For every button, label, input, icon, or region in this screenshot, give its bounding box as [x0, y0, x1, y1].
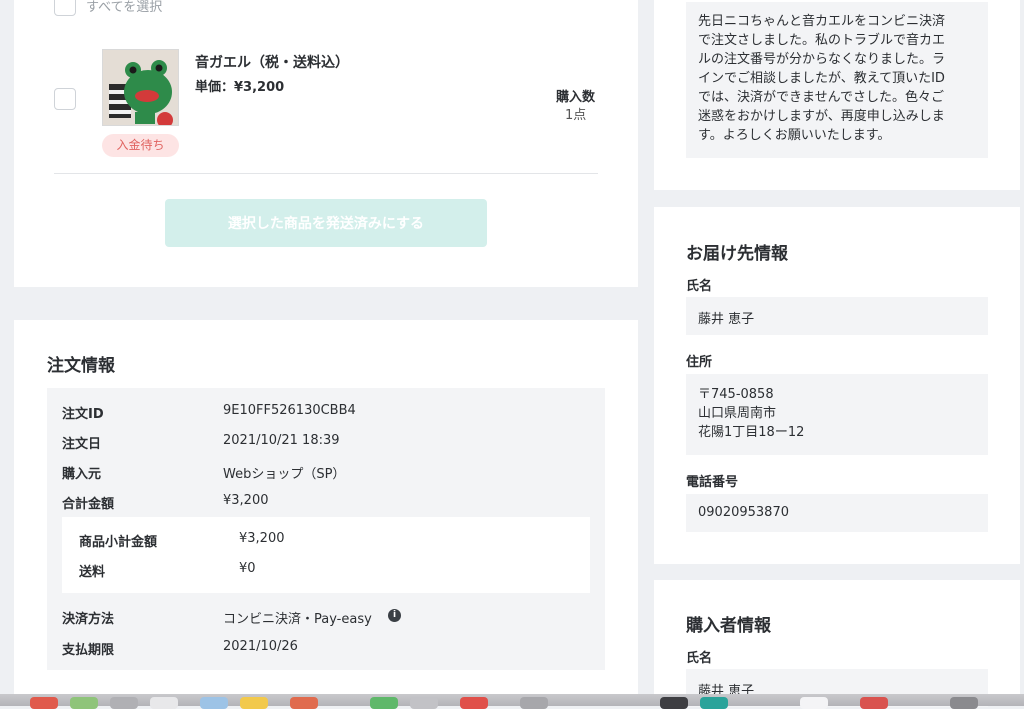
purchaser-name-label: 氏名	[686, 651, 713, 666]
cart-items-card: すべてを選択 入金待ち 音ガエル（税・送料込） 単価：¥3,200 購入数 1点…	[14, 0, 638, 287]
select-all-checkbox[interactable]	[54, 0, 76, 16]
order-info-card: 注文情報 注文ID 9E10FF526130CBB4 注文日 2021/10/2…	[14, 320, 638, 706]
dock-app-icon[interactable]	[860, 697, 888, 709]
message-line: では、決済ができませんでさした。色々ご	[698, 90, 944, 105]
mark-shipped-button[interactable]: 選択した商品を発送済みにする	[165, 199, 487, 247]
unit-price: 単価：¥3,200	[195, 80, 285, 95]
payment-method-label: 決済方法	[62, 612, 115, 627]
dock-app-icon[interactable]	[950, 697, 978, 709]
delivery-phone-value: 09020953870	[698, 505, 789, 520]
dock-app-icon[interactable]	[110, 697, 138, 709]
payment-deadline-label: 支払期限	[62, 643, 115, 658]
item-checkbox[interactable]	[54, 88, 76, 110]
delivery-address-label: 住所	[686, 355, 713, 370]
delivery-address-box: 〒745-0858 山口県周南市 花陽1丁目18ー12	[686, 374, 988, 455]
total-amount-value: ¥3,200	[223, 493, 269, 508]
purchase-source-label: 購入元	[62, 467, 102, 482]
select-all-label: すべてを選択	[86, 0, 163, 15]
order-info-table: 注文ID 9E10FF526130CBB4 注文日 2021/10/21 18:…	[47, 388, 605, 670]
order-date-value: 2021/10/21 18:39	[223, 433, 340, 448]
dock-app-icon[interactable]	[700, 697, 728, 709]
delivery-address-value: 〒745-0858 山口県周南市 花陽1丁目18ー12	[698, 385, 804, 442]
subtotal-label: 商品小計金額	[79, 535, 158, 550]
customer-message-box: 先日ニコちゃんと音カエルをコンビニ決済 で注文さしました。私のトラブルで音カエ …	[686, 2, 988, 158]
delivery-name-value: 藤井 恵子	[698, 312, 755, 327]
payment-method-value: コンビニ決済・Pay-easy	[223, 612, 372, 627]
delivery-info-card: お届け先情報 氏名 藤井 恵子 住所 〒745-0858 山口県周南市 花陽1丁…	[654, 207, 1020, 564]
total-amount-label: 合計金額	[62, 497, 115, 512]
dock-app-icon[interactable]	[410, 697, 438, 709]
purchaser-info-title: 購入者情報	[686, 616, 771, 636]
delivery-name-box: 藤井 恵子	[686, 297, 988, 335]
dock-app-icon[interactable]	[30, 697, 58, 709]
os-dock	[0, 694, 1024, 709]
product-name[interactable]: 音ガエル（税・送料込）	[195, 52, 349, 72]
customer-message-card: 先日ニコちゃんと音カエルをコンビニ決済 で注文さしました。私のトラブルで音カエ …	[654, 0, 1020, 190]
dock-app-icon[interactable]	[240, 697, 268, 709]
quantity-value: 1点	[565, 108, 587, 123]
product-thumbnail[interactable]	[102, 49, 179, 126]
shipping-label: 送料	[79, 565, 106, 580]
message-line: 迷惑をおかけしますが、再度申し込みしま	[698, 109, 945, 124]
status-badge: 入金待ち	[102, 134, 179, 157]
info-icon[interactable]: i	[388, 609, 401, 622]
message-line: で注文さしました。私のトラブルで音カエ	[698, 33, 946, 48]
message-line: インでご相談しましたが、教えて頂いたID	[698, 71, 945, 86]
order-id-label: 注文ID	[62, 407, 104, 422]
customer-message-text: 先日ニコちゃんと音カエルをコンビニ決済 で注文さしました。私のトラブルで音カエ …	[698, 12, 945, 145]
order-info-title: 注文情報	[47, 356, 115, 376]
dock-app-icon[interactable]	[290, 697, 318, 709]
item-divider	[54, 173, 598, 174]
dock-app-icon[interactable]	[70, 697, 98, 709]
quantity-label: 購入数	[556, 90, 596, 105]
dock-app-icon[interactable]	[520, 697, 548, 709]
dock-app-icon[interactable]	[200, 697, 228, 709]
order-id-value: 9E10FF526130CBB4	[223, 403, 356, 418]
order-date-label: 注文日	[62, 437, 102, 452]
purchase-source-value: Webショップ（SP）	[223, 467, 346, 482]
frog-toy-image	[103, 50, 178, 125]
dock-app-icon[interactable]	[150, 697, 178, 709]
dock-app-icon[interactable]	[370, 697, 398, 709]
delivery-name-label: 氏名	[686, 279, 713, 294]
message-line: す。よろしくお願いいたします。	[698, 128, 891, 143]
address-line: 山口県周南市	[698, 406, 777, 421]
dock-app-icon[interactable]	[660, 697, 688, 709]
amount-breakdown: 商品小計金額 ¥3,200 送料 ¥0	[62, 517, 590, 593]
dock-app-icon[interactable]	[460, 697, 488, 709]
subtotal-value: ¥3,200	[239, 531, 285, 546]
delivery-phone-box: 09020953870	[686, 494, 988, 532]
delivery-info-title: お届け先情報	[686, 244, 788, 264]
payment-deadline-value: 2021/10/26	[223, 639, 298, 654]
message-line: ルの注文番号が分からなくなりました。ラ	[698, 52, 946, 67]
address-line: 花陽1丁目18ー12	[698, 425, 805, 440]
delivery-phone-label: 電話番号	[686, 475, 739, 490]
address-line: 〒745-0858	[698, 387, 774, 402]
shipping-value: ¥0	[239, 561, 256, 576]
purchaser-info-card: 購入者情報 氏名 藤井 恵子	[654, 580, 1020, 707]
dock-app-icon[interactable]	[800, 697, 828, 709]
message-line: 先日ニコちゃんと音カエルをコンビニ決済	[698, 14, 946, 29]
